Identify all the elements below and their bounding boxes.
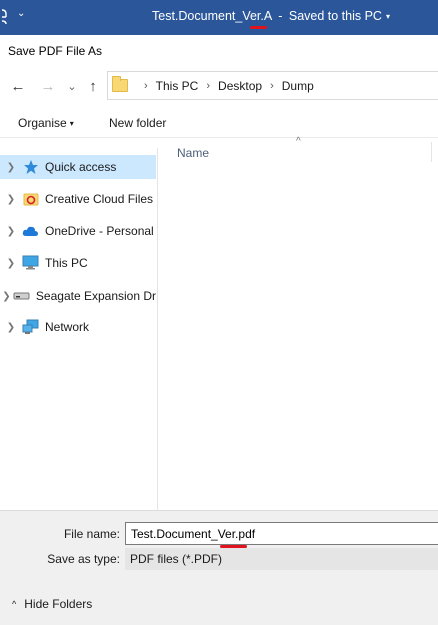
new-folder-button[interactable]: New folder <box>109 116 166 130</box>
address-bar[interactable]: › This PC › Desktop › Dump <box>107 71 438 100</box>
nav-item-label: Network <box>45 320 90 334</box>
organise-label: Organise <box>18 116 67 130</box>
star-icon <box>22 159 39 175</box>
nav-item-creative-cloud[interactable]: ❯ Creative Cloud Files <box>0 187 156 211</box>
navigation-pane: ❯ Quick access ❯ Creative Cloud Files ❯ … <box>0 148 158 510</box>
nav-item-seagate[interactable]: ❯ Seagate Expansion Dr <box>0 284 156 308</box>
save-state: Saved to this PC <box>288 9 382 23</box>
drive-icon <box>13 288 30 304</box>
dialog-title: Save PDF File As <box>8 44 103 58</box>
title-separator: - <box>278 9 283 23</box>
file-list[interactable]: ^ Name <box>159 136 438 510</box>
expand-chevron-icon[interactable]: ❯ <box>0 162 22 173</box>
save-panel: File name: Save as type: PDF files (*.PD… <box>0 510 438 625</box>
monitor-icon <box>22 255 39 271</box>
save-as-type-select[interactable]: PDF files (*.PDF) <box>125 548 438 570</box>
breadcrumb-this-pc[interactable]: This PC <box>156 79 199 93</box>
command-bar: Organise ▾ New folder <box>0 108 438 138</box>
document-name: Test.Document_Ver.A <box>152 9 273 23</box>
nav-item-onedrive[interactable]: ❯ OneDrive - Personal <box>0 219 156 243</box>
autosave-icon[interactable] <box>0 8 8 26</box>
chevron-down-icon: ▾ <box>385 12 390 21</box>
column-divider[interactable] <box>431 142 432 162</box>
expand-chevron-icon[interactable]: ❯ <box>0 322 22 333</box>
breadcrumb-separator: › <box>206 79 211 92</box>
document-title[interactable]: Test.Document_Ver.A - Saved to this PC ▾ <box>152 9 390 23</box>
nav-item-network[interactable]: ❯ Network <box>0 315 156 339</box>
breadcrumb-dump[interactable]: Dump <box>282 79 314 93</box>
nav-item-label: This PC <box>45 256 88 270</box>
recent-locations-icon[interactable]: ⌄ <box>62 76 82 96</box>
file-name-label: File name: <box>63 527 120 541</box>
folder-icon <box>112 76 128 92</box>
file-name-input[interactable] <box>125 522 438 545</box>
nav-item-label: OneDrive - Personal <box>45 224 154 238</box>
network-icon <box>22 319 39 335</box>
expand-chevron-icon[interactable]: ❯ <box>0 226 22 237</box>
breadcrumb-separator: › <box>144 79 148 92</box>
column-header-name[interactable]: Name <box>177 146 209 160</box>
creative-cloud-icon <box>22 191 39 207</box>
annotation-underline <box>250 26 267 29</box>
save-as-type-label: Save as type: <box>47 552 120 566</box>
breadcrumb-separator: › <box>270 79 274 92</box>
expand-chevron-icon[interactable]: ❯ <box>0 258 22 269</box>
organise-button[interactable]: Organise ▾ <box>18 116 74 130</box>
expand-chevron-icon[interactable]: ❯ <box>0 291 13 302</box>
nav-item-quick-access[interactable]: ❯ Quick access <box>0 155 156 179</box>
word-title-bar: ⌄ Test.Document_Ver.A - Saved to this PC ▾ <box>0 0 438 35</box>
nav-item-this-pc[interactable]: ❯ This PC <box>0 251 156 275</box>
back-arrow-icon[interactable]: ← <box>8 76 28 96</box>
expand-chevron-icon[interactable]: ❯ <box>0 194 22 205</box>
chevron-down-icon: ▾ <box>69 119 74 128</box>
customize-quick-access-icon[interactable]: ⌄ <box>17 8 25 19</box>
cloud-icon <box>22 223 39 239</box>
hide-folders-label: Hide Folders <box>24 597 93 611</box>
up-arrow-icon[interactable]: ↑ <box>83 76 103 96</box>
nav-item-label: Quick access <box>45 160 117 174</box>
nav-item-label: Seagate Expansion Dr <box>35 289 156 303</box>
sort-ascending-icon: ^ <box>296 136 301 147</box>
nav-item-label: Creative Cloud Files <box>45 192 154 206</box>
breadcrumb-desktop[interactable]: Desktop <box>218 79 262 93</box>
hide-folders-button[interactable]: ^ Hide Folders <box>12 597 92 611</box>
chevron-up-icon: ^ <box>12 599 17 609</box>
forward-arrow-icon[interactable]: → <box>38 76 58 96</box>
